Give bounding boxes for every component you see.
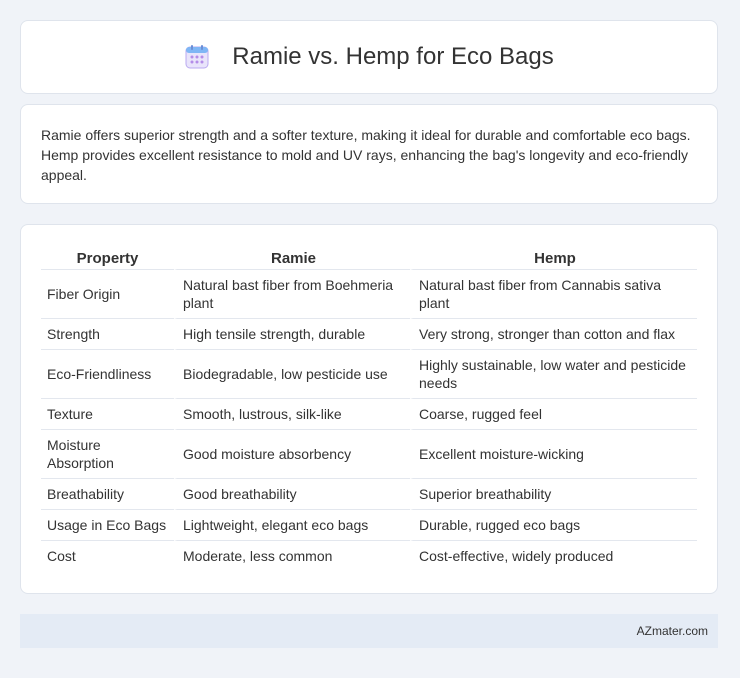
- table-cell-property: Eco-Friendliness: [41, 349, 174, 398]
- table-cell-property: Usage in Eco Bags: [41, 509, 174, 540]
- table-cell-hemp: Durable, rugged eco bags: [410, 509, 697, 540]
- table-cell-ramie: Moderate, less common: [174, 540, 410, 571]
- table-cell-hemp: Highly sustainable, low water and pestic…: [410, 349, 697, 398]
- calendar-icon: [184, 44, 210, 70]
- table-cell-hemp: Cost-effective, widely produced: [410, 540, 697, 571]
- table-cell-property: Fiber Origin: [41, 269, 174, 318]
- summary-text: Ramie offers superior strength and a sof…: [41, 127, 691, 183]
- table-cell-ramie: Biodegradable, low pesticide use: [174, 349, 410, 398]
- footer: AZmater.com: [20, 614, 718, 648]
- table-cell-hemp: Coarse, rugged feel: [410, 398, 697, 429]
- table-cell-property: Breathability: [41, 478, 174, 509]
- table-cell-property: Cost: [41, 540, 174, 571]
- table-cell-property: Strength: [41, 318, 174, 349]
- table-header-row: Property Ramie Hemp: [41, 245, 697, 269]
- table-cell-hemp: Very strong, stronger than cotton and fl…: [410, 318, 697, 349]
- comparison-table: Property Ramie Hemp Fiber Origin Natural…: [41, 245, 697, 571]
- table-cell-ramie: Good moisture absorbency: [174, 429, 410, 478]
- table-cell-ramie: Natural bast fiber from Boehmeria plant: [174, 269, 410, 318]
- table-row: Texture Smooth, lustrous, silk-like Coar…: [41, 398, 697, 429]
- table-row: Fiber Origin Natural bast fiber from Boe…: [41, 269, 697, 318]
- table-row: Moisture Absorption Good moisture absorb…: [41, 429, 697, 478]
- column-header-hemp: Hemp: [410, 245, 697, 269]
- table-row: Usage in Eco Bags Lightweight, elegant e…: [41, 509, 697, 540]
- footer-source-text: AZmater.com: [636, 624, 708, 638]
- table-row: Strength High tensile strength, durable …: [41, 318, 697, 349]
- table-cell-hemp: Natural bast fiber from Cannabis sativa …: [410, 269, 697, 318]
- column-header-property: Property: [76, 249, 139, 267]
- column-header-ramie: Ramie: [174, 245, 410, 269]
- title-card: Ramie vs. Hemp for Eco Bags: [20, 20, 718, 94]
- table-cell-hemp: Excellent moisture-wicking: [410, 429, 697, 478]
- table-cell-ramie: Smooth, lustrous, silk-like: [174, 398, 410, 429]
- table-row: Eco-Friendliness Biodegradable, low pest…: [41, 349, 697, 398]
- table-row: Breathability Good breathability Superio…: [41, 478, 697, 509]
- summary-card: Ramie offers superior strength and a sof…: [20, 104, 718, 204]
- table-cell-ramie: Lightweight, elegant eco bags: [174, 509, 410, 540]
- comparison-table-card: Property Ramie Hemp Fiber Origin Natural…: [20, 224, 718, 594]
- table-cell-hemp: Superior breathability: [410, 478, 697, 509]
- table-row: Cost Moderate, less common Cost-effectiv…: [41, 540, 697, 571]
- table-cell-property: Moisture Absorption: [41, 429, 174, 478]
- table-cell-property: Texture: [41, 398, 174, 429]
- table-cell-ramie: High tensile strength, durable: [174, 318, 410, 349]
- page-title: Ramie vs. Hemp for Eco Bags: [232, 43, 554, 70]
- table-cell-ramie: Good breathability: [174, 478, 410, 509]
